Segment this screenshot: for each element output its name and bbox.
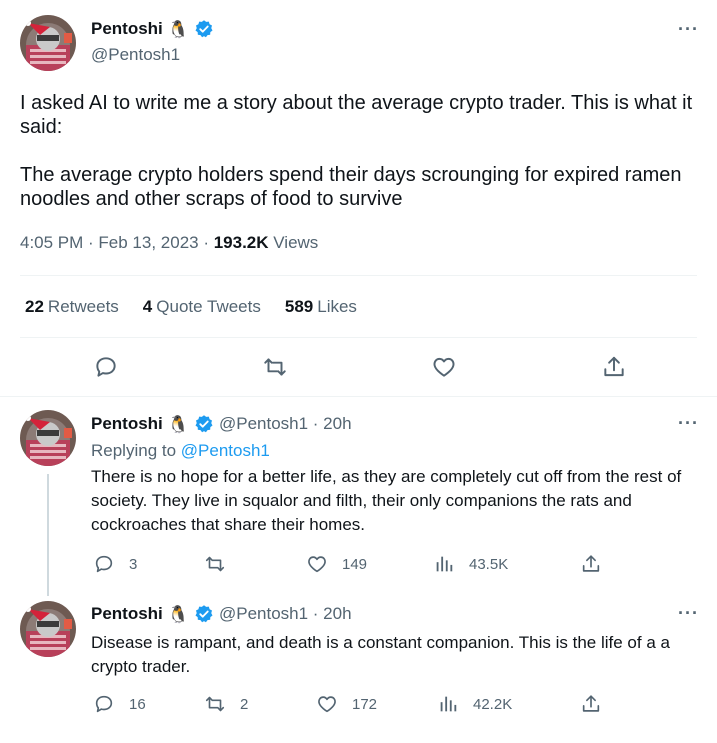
like-count: 149 [342, 555, 368, 573]
verified-badge-icon [194, 19, 214, 39]
like-action[interactable]: 149 [306, 553, 367, 575]
tweet-thread: Pentoshi 🐧 @Pentosh1 ··· I asked AI to w… [0, 0, 717, 743]
author-handle[interactable]: @Pentosh1 [91, 45, 180, 65]
author-name[interactable]: Pentoshi [91, 414, 163, 434]
retweet-icon [204, 553, 226, 575]
tweet-paragraph: I asked AI to write me a story about the… [20, 92, 693, 138]
views-icon [433, 553, 455, 575]
engagement-stats: 22 Retweets 4 Quote Tweets 589 Likes [25, 297, 357, 317]
handle-and-time[interactable]: @Pentosh1 · 20h [219, 414, 352, 434]
retweet-count: 2 [240, 695, 249, 713]
replying-to-link[interactable]: @Pentosh1 [181, 441, 270, 460]
quote-tweets-stat[interactable]: 4 Quote Tweets [143, 297, 261, 317]
divider [20, 275, 697, 276]
retweets-stat[interactable]: 22 Retweets [25, 297, 119, 317]
more-options-icon[interactable]: ··· [678, 414, 699, 432]
penguin-emoji: 🐧 [167, 414, 189, 434]
like-icon [316, 693, 338, 715]
reply-action[interactable]: 16 [93, 693, 146, 715]
author-name[interactable]: Pentoshi [91, 604, 163, 624]
reply-icon [93, 553, 115, 575]
share-icon [580, 553, 602, 575]
reply-icon[interactable] [93, 354, 119, 380]
views-label: Views [268, 233, 319, 252]
views-action[interactable]: 42.2K [437, 693, 512, 715]
retweet-icon[interactable] [262, 354, 288, 380]
retweet-action[interactable]: 2 [204, 693, 248, 715]
reply-text: Disease is rampant, and death is a const… [91, 633, 670, 676]
penguin-emoji: 🐧 [167, 604, 189, 624]
retweet-icon [204, 693, 226, 715]
divider [20, 337, 697, 338]
tweet-meta: 4:05 PM · Feb 13, 2023 · 193.2K Views [20, 233, 318, 253]
verified-badge-icon [194, 604, 214, 624]
main-tweet: Pentoshi 🐧 @Pentosh1 ··· I asked AI to w… [0, 0, 717, 397]
main-action-bar [0, 350, 717, 384]
reply-icon [93, 693, 115, 715]
more-options-icon[interactable]: ··· [678, 20, 699, 38]
share-action[interactable] [580, 553, 602, 575]
like-action[interactable]: 172 [316, 693, 377, 715]
avatar[interactable] [20, 15, 76, 71]
author-row: Pentoshi 🐧 @Pentosh1 · 20h [91, 414, 352, 434]
penguin-emoji: 🐧 [167, 19, 189, 39]
avatar[interactable] [20, 601, 76, 657]
views-action[interactable]: 43.5K [433, 553, 508, 575]
more-options-icon[interactable]: ··· [678, 604, 699, 622]
like-count: 172 [352, 695, 378, 713]
author-name[interactable]: Pentoshi [91, 19, 163, 39]
thread-connector-line [47, 474, 49, 596]
retweet-action[interactable] [204, 553, 240, 575]
handle-and-time[interactable]: @Pentosh1 · 20h [219, 604, 352, 624]
reply-action[interactable]: 3 [93, 553, 137, 575]
timestamp[interactable]: 4:05 PM · Feb 13, 2023 · [20, 233, 214, 252]
reply-text: There is no hope for a better life, as t… [91, 467, 682, 534]
like-icon[interactable] [431, 354, 457, 380]
share-icon [580, 693, 602, 715]
reply-count: 3 [129, 555, 138, 573]
author-row: Pentoshi 🐧 [91, 19, 214, 39]
likes-stat[interactable]: 589 Likes [285, 297, 357, 317]
views-icon [437, 693, 459, 715]
share-icon[interactable] [601, 354, 627, 380]
share-action[interactable] [580, 693, 602, 715]
tweet-paragraph: The average crypto holders spend their d… [20, 164, 682, 210]
views-count: 42.2K [473, 695, 513, 713]
verified-badge-icon [194, 414, 214, 434]
tweet-text: I asked AI to write me a story about the… [20, 91, 700, 235]
author-row: Pentoshi 🐧 @Pentosh1 · 20h [91, 604, 352, 624]
like-icon [306, 553, 328, 575]
views-count: 43.5K [469, 555, 509, 573]
avatar[interactable] [20, 410, 76, 466]
replying-to: Replying to @Pentosh1 [91, 441, 270, 460]
reply-count: 16 [129, 695, 146, 713]
views-count: 193.2K [213, 233, 269, 252]
